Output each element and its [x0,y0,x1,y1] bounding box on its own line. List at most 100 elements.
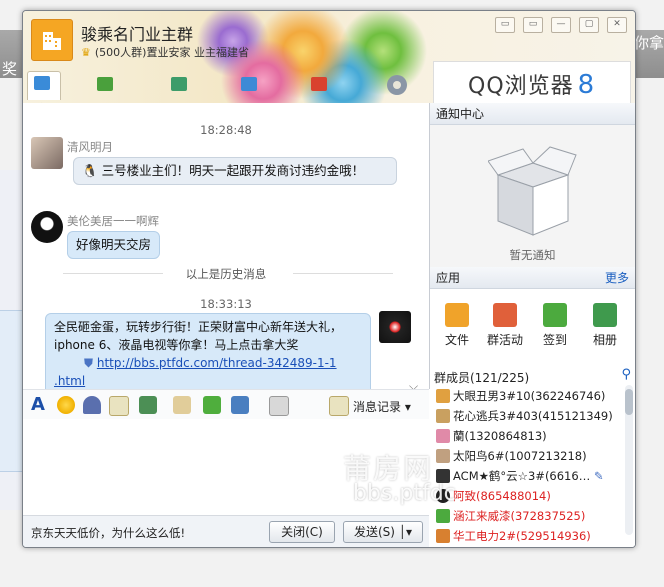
window-header: 骏乘名门业主群 ♛(500人群)置业安家 业主福建省 ▭ ▭ — ▢ ✕ 聊天 公告 相… [23,11,635,145]
minimize-button[interactable]: — [551,17,571,33]
timestamp: 18:28:48 [200,123,252,137]
member-item[interactable]: 花心逃兵3#403(415121349) [436,407,613,425]
background-text-right: 你拿 [633,34,664,52]
timestamp: 18:33:13 [200,297,252,311]
qq-group-chat-window: 骏乘名门业主群 ♛(500人群)置业安家 业主福建省 ▭ ▭ — ▢ ✕ 聊天 公告 相… [22,10,636,548]
search-icon[interactable]: ⚲ [621,367,631,382]
avatar[interactable] [379,311,411,343]
font-icon[interactable]: A [31,394,45,415]
maximize-button[interactable]: ▢ [579,17,599,33]
footer-bar: 京东天天低价，为什么这么低! 关闭(C) 发送(S) │▾ [23,515,429,547]
group-name[interactable]: 骏乘名门业主群 [81,21,193,45]
checkmark-icon [543,303,567,327]
tab-files[interactable]: 文件 [241,73,261,145]
app-group-activity[interactable]: 群活动 [480,303,530,348]
tab-album[interactable]: 相册 [171,73,191,145]
apps-more-link[interactable]: 更多 [605,267,629,289]
edit-icon[interactable]: ✎ [594,469,604,483]
app-label: 群活动 [486,333,523,347]
member-item[interactable]: ACM★鹤°云☆3#(6616… ✎ [436,467,604,485]
send-button[interactable]: 发送(S) │▾ [343,521,423,543]
notice-title: 通知中心 [430,103,635,125]
avatar[interactable] [31,137,63,169]
member-name: 华工电力2#(529514936) [453,529,591,543]
qq-browser-ad[interactable]: QQ浏览器 8 [433,61,631,105]
group-info-text: (500人群)置业安家 业主福建省 [94,46,249,59]
collapse-icon[interactable]: ⌵ [409,379,418,389]
member-item[interactable]: 大眼丑男3#10(362246746) [436,387,605,405]
apps-title-text: 应用 [436,271,461,285]
message-text: 三号楼业主们！明天一起跟开发商讨违约金哦！ [101,163,365,178]
member-list[interactable]: 群成员(121/225) ⚲ 大眼丑男3#10(362246746) 花心逃兵3… [430,365,635,547]
close-window-button[interactable]: ✕ [607,17,627,33]
watermark-url: bbs.ptfdc [353,481,456,506]
note-icon[interactable] [109,396,129,416]
app-files[interactable]: 文件 [432,303,482,348]
message-bubble: 好像明天交房 [67,231,161,259]
tab-activity[interactable]: 活动 [311,73,331,145]
avatar[interactable] [31,211,63,243]
skin-button[interactable]: ▭ [495,17,515,33]
member-scrollbar[interactable] [625,385,633,535]
app-checkin[interactable]: 签到 [530,303,580,348]
tab-announcement[interactable]: 公告 [97,73,117,145]
message-link[interactable]: .html [54,372,362,389]
emoji-icon[interactable] [57,396,75,414]
magic-icon[interactable] [83,396,101,414]
member-name: 涵江来威漆(372837525) [453,509,586,523]
member-item[interactable]: 太阳鸟6#(1007213218) [436,447,587,465]
member-name: 花心逃兵3#403(415121349) [453,409,613,423]
record-icon[interactable] [329,396,349,416]
admin-icon [436,409,450,423]
flag-icon [311,77,327,91]
scrollbar-thumb[interactable] [625,389,633,415]
send-label: 发送(S) [353,525,395,539]
building-icon [43,32,61,50]
screenshot-icon[interactable] [231,396,249,414]
message-text: 好像明天交房 [76,237,152,252]
background-text-left: 奖 [2,60,18,78]
member-name: 大眼丑男3#10(362246746) [453,389,606,403]
sender-name[interactable]: 清风明月 [67,139,113,155]
flag-icon [493,303,517,327]
app-label: 相册 [592,333,617,347]
chat-history[interactable]: 18:28:48 清风明月 🐧 三号楼业主们！明天一起跟开发商讨违约金哦！ 美伦… [23,103,430,389]
tab-chat[interactable]: 聊天 [27,71,61,144]
member-name: 阿致(865488014) [453,489,551,503]
app-label: 签到 [542,333,567,347]
app-album[interactable]: 相册 [580,303,630,348]
album-icon [171,77,187,91]
side-panel: 通知中心 暂无通知 应用 更多 文件 群活动 签到 相册 群成员(121/225… [430,103,635,547]
apps-grid: 文件 群活动 签到 相册 [430,289,635,365]
gift-icon[interactable] [173,396,191,414]
gear-icon[interactable] [387,75,407,95]
message-bubble: 🐧 三号楼业主们！明天一起跟开发商讨违约金哦！ [73,157,397,185]
notice-empty: 暂无通知 [509,248,556,262]
message-record-button[interactable]: 消息记录 ▾ [353,398,411,415]
message-link[interactable]: http://bbs.ptfdc.com/thread-342489-1-1 [97,356,337,370]
shake-icon[interactable] [269,396,289,416]
members-title: 群成员(121/225) [434,371,530,385]
settings-button[interactable]: ▭ [523,17,543,33]
member-name: 蘭(1320864813) [453,429,547,443]
app-label: 文件 [444,333,469,347]
shield-icon: ⛊ [84,356,94,370]
window-controls: ▭ ▭ — ▢ ✕ [487,15,627,33]
money-icon[interactable] [203,396,221,414]
notice-center: 暂无通知 [430,125,635,267]
image-icon[interactable] [139,396,157,414]
member-item[interactable]: 华工电力2#(529514936) [436,527,591,545]
image-icon [593,303,617,327]
footer-ad[interactable]: 京东天天低价，为什么这么低! [31,525,185,541]
member-item[interactable]: 蘭(1320864813) [436,427,547,445]
close-button[interactable]: 关闭(C) [269,521,335,543]
message-record-label: 消息记录 [353,400,402,414]
avatar [436,429,450,443]
chat-icon [34,76,50,90]
folder-icon [241,77,257,91]
avatar [436,529,450,543]
owner-icon [436,389,450,403]
sender-name[interactable]: 美伦美居一一啊辉 [67,213,159,229]
group-avatar[interactable] [31,19,73,61]
member-item[interactable]: 涵江来威漆(372837525) [436,507,585,525]
